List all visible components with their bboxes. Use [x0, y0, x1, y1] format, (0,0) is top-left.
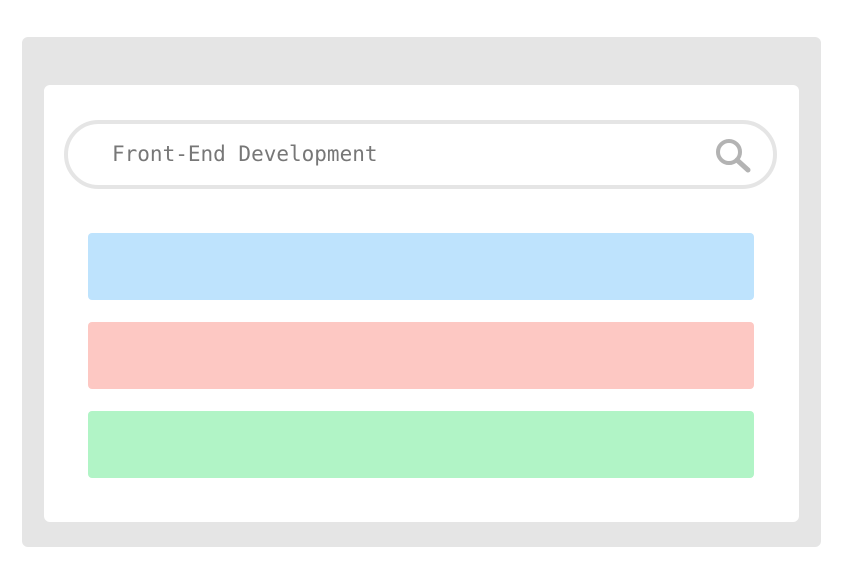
search-bar[interactable]: Front-End Development — [64, 120, 777, 189]
browser-window-frame: Front-End Development — [22, 37, 821, 547]
search-icon[interactable] — [713, 136, 753, 176]
result-item-2[interactable] — [88, 322, 754, 389]
search-input[interactable]: Front-End Development — [112, 124, 378, 185]
result-item-1[interactable] — [88, 233, 754, 300]
result-item-3[interactable] — [88, 411, 754, 478]
content-panel: Front-End Development — [44, 85, 799, 522]
